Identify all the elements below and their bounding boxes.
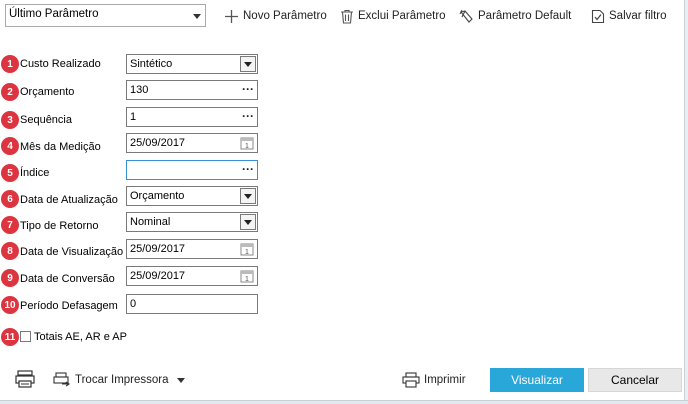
data-atualizacao-dropdown[interactable]: Orçamento xyxy=(126,186,258,206)
salvar-filtro-button[interactable]: Salvar filtro xyxy=(591,8,667,24)
tipo-retorno-label: Tipo de Retorno xyxy=(20,220,99,232)
step-badge-1: 1 xyxy=(1,55,19,73)
step-badge-8: 8 xyxy=(1,242,19,260)
step-badge-7: 7 xyxy=(1,216,19,234)
chevron-down-icon xyxy=(176,377,185,383)
dropdown-arrow-icon[interactable] xyxy=(240,214,256,230)
indice-label: Índice xyxy=(20,167,50,179)
orcamento-value: 130 xyxy=(130,84,149,96)
sequencia-value: 1 xyxy=(130,111,137,123)
window-right-edge xyxy=(684,0,688,404)
mes-medicao-date[interactable]: 25/09/2017 1 xyxy=(126,133,258,153)
mes-medicao-label: Mês da Medição xyxy=(20,141,101,153)
step-badge-6: 6 xyxy=(1,190,19,208)
ellipsis-icon[interactable]: ··· xyxy=(242,162,254,176)
calendar-icon[interactable]: 1 xyxy=(240,136,254,150)
window-bottom-edge xyxy=(0,400,688,404)
totais-label: Totais AE, AR e AP xyxy=(34,331,127,343)
data-conversao-date[interactable]: 25/09/2017 1 xyxy=(126,266,258,286)
dropdown-arrow-icon[interactable] xyxy=(240,188,256,204)
svg-text:1: 1 xyxy=(245,249,249,256)
novo-parametro-button[interactable]: Novo Parâmetro xyxy=(224,8,327,24)
ellipsis-icon[interactable]: ··· xyxy=(242,82,254,96)
periodo-defasagem-input[interactable]: 0 xyxy=(126,294,258,314)
data-conversao-label: Data de Conversão xyxy=(20,273,115,285)
parameter-select[interactable]: Último Parâmetro xyxy=(5,4,206,27)
sequencia-label: Sequência xyxy=(20,114,72,126)
orcamento-lookup[interactable]: 130 ··· xyxy=(126,80,258,100)
imprimir-button[interactable]: Imprimir xyxy=(402,372,466,388)
periodo-defasagem-label: Período Defasagem xyxy=(20,300,118,312)
printer-swap-icon xyxy=(53,372,70,387)
data-visualizacao-date[interactable]: 25/09/2017 1 xyxy=(126,239,258,259)
parametro-default-button[interactable]: Parâmetro Default xyxy=(459,8,571,24)
plus-icon xyxy=(225,9,238,23)
custo-realizado-dropdown[interactable]: Sintético xyxy=(126,54,258,74)
step-badge-5: 5 xyxy=(1,164,19,182)
eraser-icon xyxy=(459,9,473,23)
trocar-impressora-button[interactable]: Trocar Impressora xyxy=(53,372,185,388)
step-badge-9: 9 xyxy=(1,269,19,287)
svg-text:1: 1 xyxy=(245,143,249,150)
data-visualizacao-label: Data de Visualização xyxy=(20,246,124,258)
exclui-parametro-label: Exclui Parâmetro xyxy=(358,10,446,22)
cancelar-button[interactable]: Cancelar xyxy=(588,368,682,392)
data-atualizacao-value: Orçamento xyxy=(130,190,185,202)
parametro-default-label: Parâmetro Default xyxy=(478,10,572,22)
data-visualizacao-value: 25/09/2017 xyxy=(130,243,186,255)
orcamento-label: Orçamento xyxy=(20,86,75,98)
trocar-impressora-label: Trocar Impressora xyxy=(75,374,169,386)
svg-text:1: 1 xyxy=(245,276,249,283)
periodo-defasagem-value: 0 xyxy=(130,298,137,310)
custo-realizado-value: Sintético xyxy=(130,58,173,70)
step-badge-10: 10 xyxy=(1,296,19,314)
novo-parametro-label: Novo Parâmetro xyxy=(243,10,327,22)
exclui-parametro-button[interactable]: Exclui Parâmetro xyxy=(340,8,446,24)
totais-checkbox[interactable] xyxy=(20,331,31,342)
trash-icon xyxy=(341,9,353,24)
tipo-retorno-value: Nominal xyxy=(130,216,171,228)
salvar-filtro-label: Salvar filtro xyxy=(609,10,667,22)
step-badge-4: 4 xyxy=(1,137,19,155)
indice-lookup[interactable]: ··· xyxy=(126,160,258,180)
dropdown-arrow-icon[interactable] xyxy=(240,56,256,72)
mes-medicao-value: 25/09/2017 xyxy=(130,137,186,149)
imprimir-label: Imprimir xyxy=(424,374,466,386)
calendar-icon[interactable]: 1 xyxy=(240,269,254,283)
ellipsis-icon[interactable]: ··· xyxy=(242,109,254,123)
chevron-down-icon xyxy=(193,14,201,19)
tipo-retorno-dropdown[interactable]: Nominal xyxy=(126,212,258,232)
visualizar-button[interactable]: Visualizar xyxy=(490,368,584,392)
data-atualizacao-label: Data de Atualização xyxy=(20,194,118,206)
custo-realizado-label: Custo Realizado xyxy=(20,58,101,70)
step-badge-3: 3 xyxy=(1,111,19,129)
printer-settings-icon[interactable] xyxy=(15,369,35,389)
calendar-icon[interactable]: 1 xyxy=(240,242,254,256)
step-badge-11: 11 xyxy=(1,328,19,346)
data-conversao-value: 25/09/2017 xyxy=(130,270,186,282)
save-document-icon xyxy=(591,9,605,23)
printer-icon xyxy=(402,372,420,388)
sequencia-lookup[interactable]: 1 ··· xyxy=(126,107,258,127)
step-badge-2: 2 xyxy=(1,83,19,101)
parameter-select-value: Último Parâmetro xyxy=(9,8,99,20)
